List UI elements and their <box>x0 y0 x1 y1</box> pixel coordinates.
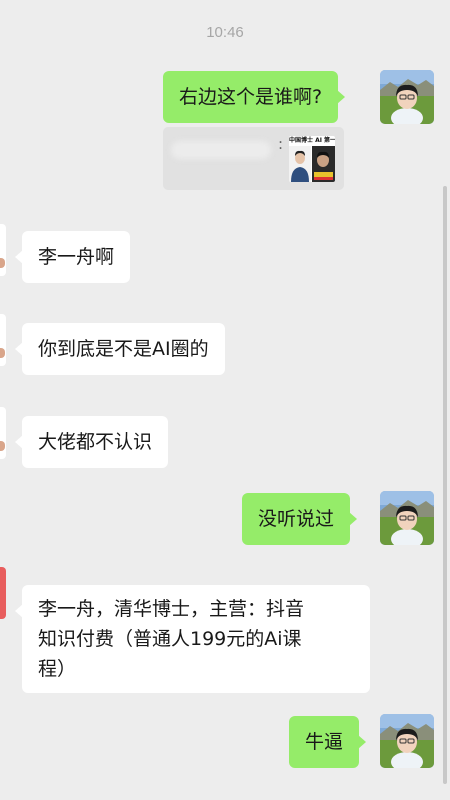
message-text: 右边这个是谁啊? <box>179 86 323 108</box>
message-bubble-received[interactable]: 大佬都不认识 <box>14 416 169 468</box>
contact-avatar-icon[interactable] <box>0 314 6 366</box>
message-text-line: 知识付费（普通人199元的Ai课 <box>38 628 302 650</box>
user-avatar-icon[interactable] <box>380 714 434 768</box>
message-text: 大佬都不认识 <box>38 431 153 453</box>
message-bubble-sent[interactable]: 牛逼 <box>289 716 367 768</box>
timestamp: 10:46 <box>206 24 244 41</box>
message-text-line: 程） <box>38 658 77 680</box>
blurred-sender-name <box>171 141 271 159</box>
message-text: 你到底是不是AI圈的 <box>38 338 209 360</box>
user-avatar-icon[interactable] <box>380 491 434 545</box>
message-bubble-received[interactable]: 你到底是不是AI圈的 <box>15 323 225 375</box>
message-bubble-received[interactable]: 李一舟，清华博士，主营：抖音 知识付费（普通人199元的Ai课 程） <box>15 585 370 693</box>
contact-avatar-icon[interactable] <box>0 407 6 459</box>
user-avatar-icon[interactable] <box>380 70 434 124</box>
message-bubble-sent[interactable]: 右边这个是谁啊? <box>163 71 346 123</box>
quoted-message[interactable]: : 中国博士 AI 第一 <box>163 127 344 190</box>
scrollbar[interactable] <box>443 186 447 784</box>
chat-window[interactable]: 10:46 右边这个是谁啊? : 中国博士 AI 第一 李一舟啊 你到底是不是A… <box>0 0 450 800</box>
message-text-line: 李一舟，清华博士，主营：抖音 <box>38 598 305 620</box>
quoted-image-title: 中国博士 AI 第一 <box>289 137 335 144</box>
message-text: 牛逼 <box>305 731 344 753</box>
quote-separator: : <box>278 135 284 153</box>
message-bubble-sent[interactable]: 没听说过 <box>242 493 358 545</box>
message-text: 没听说过 <box>258 508 335 530</box>
contact-avatar-icon[interactable] <box>0 224 6 276</box>
contact-avatar-icon[interactable] <box>0 567 6 619</box>
message-bubble-received[interactable]: 李一舟啊 <box>14 231 131 283</box>
message-text: 李一舟啊 <box>38 246 115 268</box>
quoted-image-icon[interactable]: 中国博士 AI 第一 <box>289 136 335 182</box>
